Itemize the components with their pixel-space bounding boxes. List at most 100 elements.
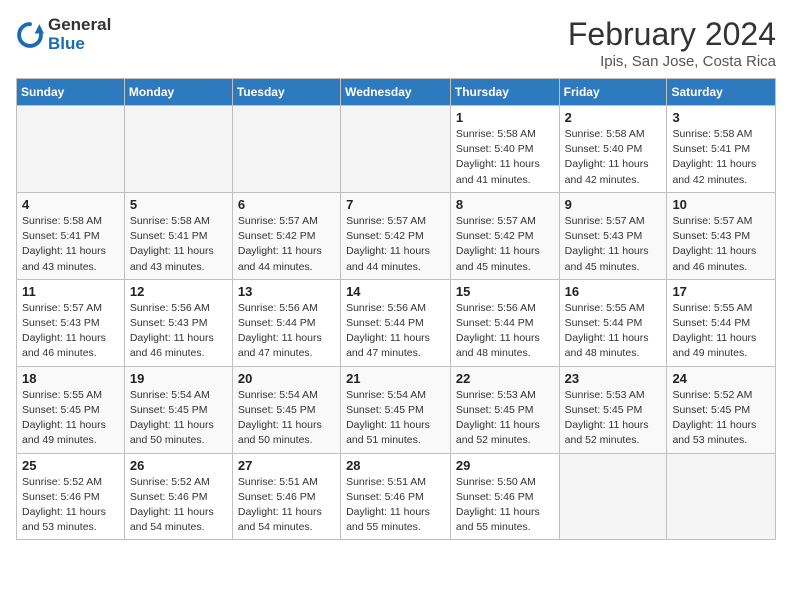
logo: General Blue [16, 16, 111, 53]
day-number: 28 [346, 458, 445, 473]
day-number: 8 [456, 197, 554, 212]
day-info: Sunrise: 5:53 AMSunset: 5:45 PMDaylight:… [565, 388, 662, 449]
calendar-day-cell: 25 Sunrise: 5:52 AMSunset: 5:46 PMDayligh… [17, 453, 125, 540]
calendar-day-cell: 4 Sunrise: 5:58 AMSunset: 5:41 PMDaylight… [17, 192, 125, 279]
calendar-header-row: SundayMondayTuesdayWednesdayThursdayFrid… [17, 79, 776, 106]
calendar-day-cell: 20Sunrise: 5:54 AMSunset: 5:45 PMDayligh… [232, 366, 340, 453]
day-info: Sunrise: 5:57 AMSunset: 5:42 PMDaylight:… [238, 214, 335, 275]
calendar-header-cell: Thursday [450, 79, 559, 106]
day-info: Sunrise: 5:57 AMSunset: 5:42 PMDaylight:… [456, 214, 554, 275]
day-info: Sunrise: 5:56 AMSunset: 5:44 PMDaylight:… [456, 301, 554, 362]
calendar-day-cell: 13 Sunrise: 5:56 AMSunset: 5:44 PMDayligh… [232, 279, 340, 366]
day-info: Sunrise: 5:55 AMSunset: 5:45 PMDaylight:… [22, 388, 119, 449]
logo-icon [16, 21, 44, 49]
day-number: 9 [565, 197, 662, 212]
day-info: Sunrise: 5:57 AMSunset: 5:43 PMDaylight:… [672, 214, 770, 275]
day-info: Sunrise: 5:52 AMSunset: 5:46 PMDaylight:… [22, 475, 119, 536]
calendar-day-cell: 24 Sunrise: 5:52 AMSunset: 5:45 PMDayligh… [667, 366, 776, 453]
day-info: Sunrise: 5:52 AMSunset: 5:45 PMDaylight:… [672, 388, 770, 449]
page-header: General Blue February 2024 Ipis, San Jos… [16, 16, 776, 70]
day-number: 4 [22, 197, 119, 212]
day-info: Sunrise: 5:56 AMSunset: 5:44 PMDaylight:… [346, 301, 445, 362]
day-number: 23 [565, 371, 662, 386]
calendar-day-cell: 21 Sunrise: 5:54 AMSunset: 5:45 PMDayligh… [341, 366, 451, 453]
day-number: 26 [130, 458, 227, 473]
calendar-header-cell: Sunday [17, 79, 125, 106]
calendar-day-cell [17, 106, 125, 193]
day-number: 12 [130, 284, 227, 299]
day-number: 1 [456, 110, 554, 125]
calendar-week-row: 25 Sunrise: 5:52 AMSunset: 5:46 PMDayligh… [17, 453, 776, 540]
day-info: Sunrise: 5:58 AMSunset: 5:40 PMDaylight:… [565, 127, 662, 188]
day-info: Sunrise: 5:57 AMSunset: 5:42 PMDaylight:… [346, 214, 445, 275]
calendar-day-cell: 27 Sunrise: 5:51 AMSunset: 5:46 PMDayligh… [232, 453, 340, 540]
day-info: Sunrise: 5:56 AMSunset: 5:43 PMDaylight:… [130, 301, 227, 362]
calendar-day-cell: 8 Sunrise: 5:57 AMSunset: 5:42 PMDaylight… [450, 192, 559, 279]
calendar-header-cell: Friday [559, 79, 667, 106]
day-number: 6 [238, 197, 335, 212]
calendar-week-row: 11Sunrise: 5:57 AMSunset: 5:43 PMDayligh… [17, 279, 776, 366]
calendar-day-cell: 3Sunrise: 5:58 AMSunset: 5:41 PMDaylight… [667, 106, 776, 193]
calendar-day-cell: 29Sunrise: 5:50 AMSunset: 5:46 PMDayligh… [450, 453, 559, 540]
day-number: 19 [130, 371, 227, 386]
calendar-day-cell: 15 Sunrise: 5:56 AMSunset: 5:44 PMDayligh… [450, 279, 559, 366]
day-number: 14 [346, 284, 445, 299]
title-block: February 2024 Ipis, San Jose, Costa Rica [568, 16, 776, 70]
calendar-day-cell: 19 Sunrise: 5:54 AMSunset: 5:45 PMDayligh… [124, 366, 232, 453]
calendar-day-cell: 18 Sunrise: 5:55 AMSunset: 5:45 PMDayligh… [17, 366, 125, 453]
day-info: Sunrise: 5:54 AMSunset: 5:45 PMDaylight:… [130, 388, 227, 449]
calendar-day-cell [559, 453, 667, 540]
calendar-day-cell: 16 Sunrise: 5:55 AMSunset: 5:44 PMDayligh… [559, 279, 667, 366]
calendar-day-cell: 1 Sunrise: 5:58 AMSunset: 5:40 PMDaylight… [450, 106, 559, 193]
day-number: 13 [238, 284, 335, 299]
calendar-day-cell [667, 453, 776, 540]
day-number: 27 [238, 458, 335, 473]
calendar-day-cell: 5 Sunrise: 5:58 AMSunset: 5:41 PMDaylight… [124, 192, 232, 279]
day-number: 24 [672, 371, 770, 386]
day-info: Sunrise: 5:58 AMSunset: 5:40 PMDaylight:… [456, 127, 554, 188]
day-number: 20 [238, 371, 335, 386]
calendar-day-cell: 2 Sunrise: 5:58 AMSunset: 5:40 PMDaylight… [559, 106, 667, 193]
calendar-header-cell: Monday [124, 79, 232, 106]
day-info: Sunrise: 5:52 AMSunset: 5:46 PMDaylight:… [130, 475, 227, 536]
day-info: Sunrise: 5:51 AMSunset: 5:46 PMDaylight:… [346, 475, 445, 536]
calendar-header-cell: Saturday [667, 79, 776, 106]
calendar-day-cell [232, 106, 340, 193]
day-number: 22 [456, 371, 554, 386]
calendar-day-cell: 10 Sunrise: 5:57 AMSunset: 5:43 PMDayligh… [667, 192, 776, 279]
day-number: 10 [672, 197, 770, 212]
day-number: 25 [22, 458, 119, 473]
day-number: 5 [130, 197, 227, 212]
day-info: Sunrise: 5:58 AMSunset: 5:41 PMDaylight:… [22, 214, 119, 275]
calendar-day-cell [124, 106, 232, 193]
day-number: 2 [565, 110, 662, 125]
location: Ipis, San Jose, Costa Rica [568, 53, 776, 70]
calendar-week-row: 4 Sunrise: 5:58 AMSunset: 5:41 PMDaylight… [17, 192, 776, 279]
calendar-day-cell: 22Sunrise: 5:53 AMSunset: 5:45 PMDayligh… [450, 366, 559, 453]
calendar-day-cell: 23 Sunrise: 5:53 AMSunset: 5:45 PMDayligh… [559, 366, 667, 453]
calendar-day-cell: 6 Sunrise: 5:57 AMSunset: 5:42 PMDaylight… [232, 192, 340, 279]
calendar-week-row: 1 Sunrise: 5:58 AMSunset: 5:40 PMDaylight… [17, 106, 776, 193]
day-info: Sunrise: 5:54 AMSunset: 5:45 PMDaylight:… [346, 388, 445, 449]
calendar-day-cell: 7 Sunrise: 5:57 AMSunset: 5:42 PMDaylight… [341, 192, 451, 279]
calendar-header-cell: Wednesday [341, 79, 451, 106]
day-info: Sunrise: 5:55 AMSunset: 5:44 PMDaylight:… [672, 301, 770, 362]
calendar-day-cell [341, 106, 451, 193]
month-year: February 2024 [568, 16, 776, 53]
day-info: Sunrise: 5:57 AMSunset: 5:43 PMDaylight:… [565, 214, 662, 275]
day-number: 15 [456, 284, 554, 299]
day-info: Sunrise: 5:58 AMSunset: 5:41 PMDaylight:… [672, 127, 770, 188]
day-info: Sunrise: 5:51 AMSunset: 5:46 PMDaylight:… [238, 475, 335, 536]
day-info: Sunrise: 5:58 AMSunset: 5:41 PMDaylight:… [130, 214, 227, 275]
calendar-day-cell: 11Sunrise: 5:57 AMSunset: 5:43 PMDayligh… [17, 279, 125, 366]
day-info: Sunrise: 5:56 AMSunset: 5:44 PMDaylight:… [238, 301, 335, 362]
day-number: 21 [346, 371, 445, 386]
day-number: 18 [22, 371, 119, 386]
calendar-day-cell: 28 Sunrise: 5:51 AMSunset: 5:46 PMDayligh… [341, 453, 451, 540]
day-number: 11 [22, 284, 119, 299]
day-info: Sunrise: 5:50 AMSunset: 5:46 PMDaylight:… [456, 475, 554, 536]
day-info: Sunrise: 5:55 AMSunset: 5:44 PMDaylight:… [565, 301, 662, 362]
logo-text: General Blue [48, 16, 111, 53]
day-number: 7 [346, 197, 445, 212]
day-number: 16 [565, 284, 662, 299]
